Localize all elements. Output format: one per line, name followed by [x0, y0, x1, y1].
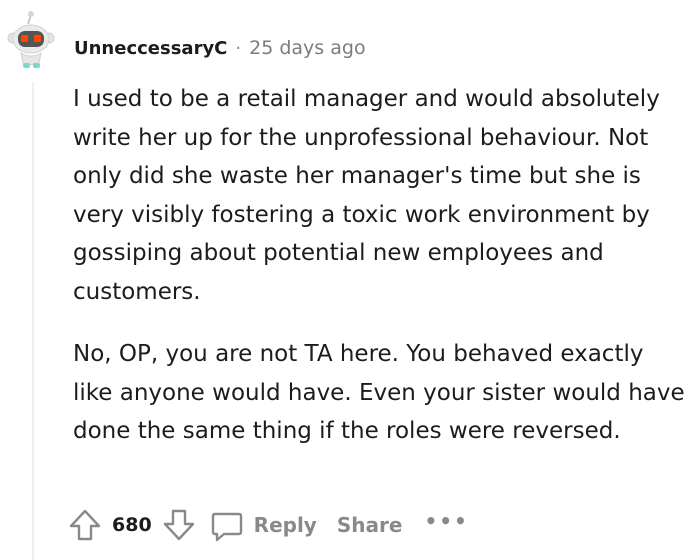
- separator-dot: ·: [235, 37, 242, 59]
- share-button[interactable]: Share: [337, 513, 403, 537]
- downvote-arrow-icon[interactable]: [160, 506, 198, 544]
- comment-timestamp[interactable]: 25 days ago: [249, 37, 365, 59]
- snoo-avatar-icon[interactable]: [6, 10, 58, 70]
- more-options-button[interactable]: •••: [424, 509, 468, 533]
- username-link[interactable]: UnneccessaryC: [74, 38, 227, 59]
- upvote-arrow-icon[interactable]: [66, 506, 104, 544]
- comment-action-bar: 680 Reply Share •••: [66, 505, 469, 545]
- vote-score: 680: [112, 514, 152, 536]
- comment-paragraph-2: No, OP, you are not TA here. You behaved…: [73, 341, 685, 444]
- thread-line[interactable]: [32, 82, 34, 560]
- reply-button[interactable]: Reply: [210, 508, 317, 542]
- speech-bubble-icon: [211, 512, 242, 542]
- comment-header: UnneccessaryC · 25 days ago: [74, 34, 366, 62]
- reply-label: Reply: [253, 513, 317, 537]
- comment-paragraph-1: I used to be a retail manager and would …: [73, 86, 660, 305]
- comment-body: I used to be a retail manager and would …: [73, 80, 688, 475]
